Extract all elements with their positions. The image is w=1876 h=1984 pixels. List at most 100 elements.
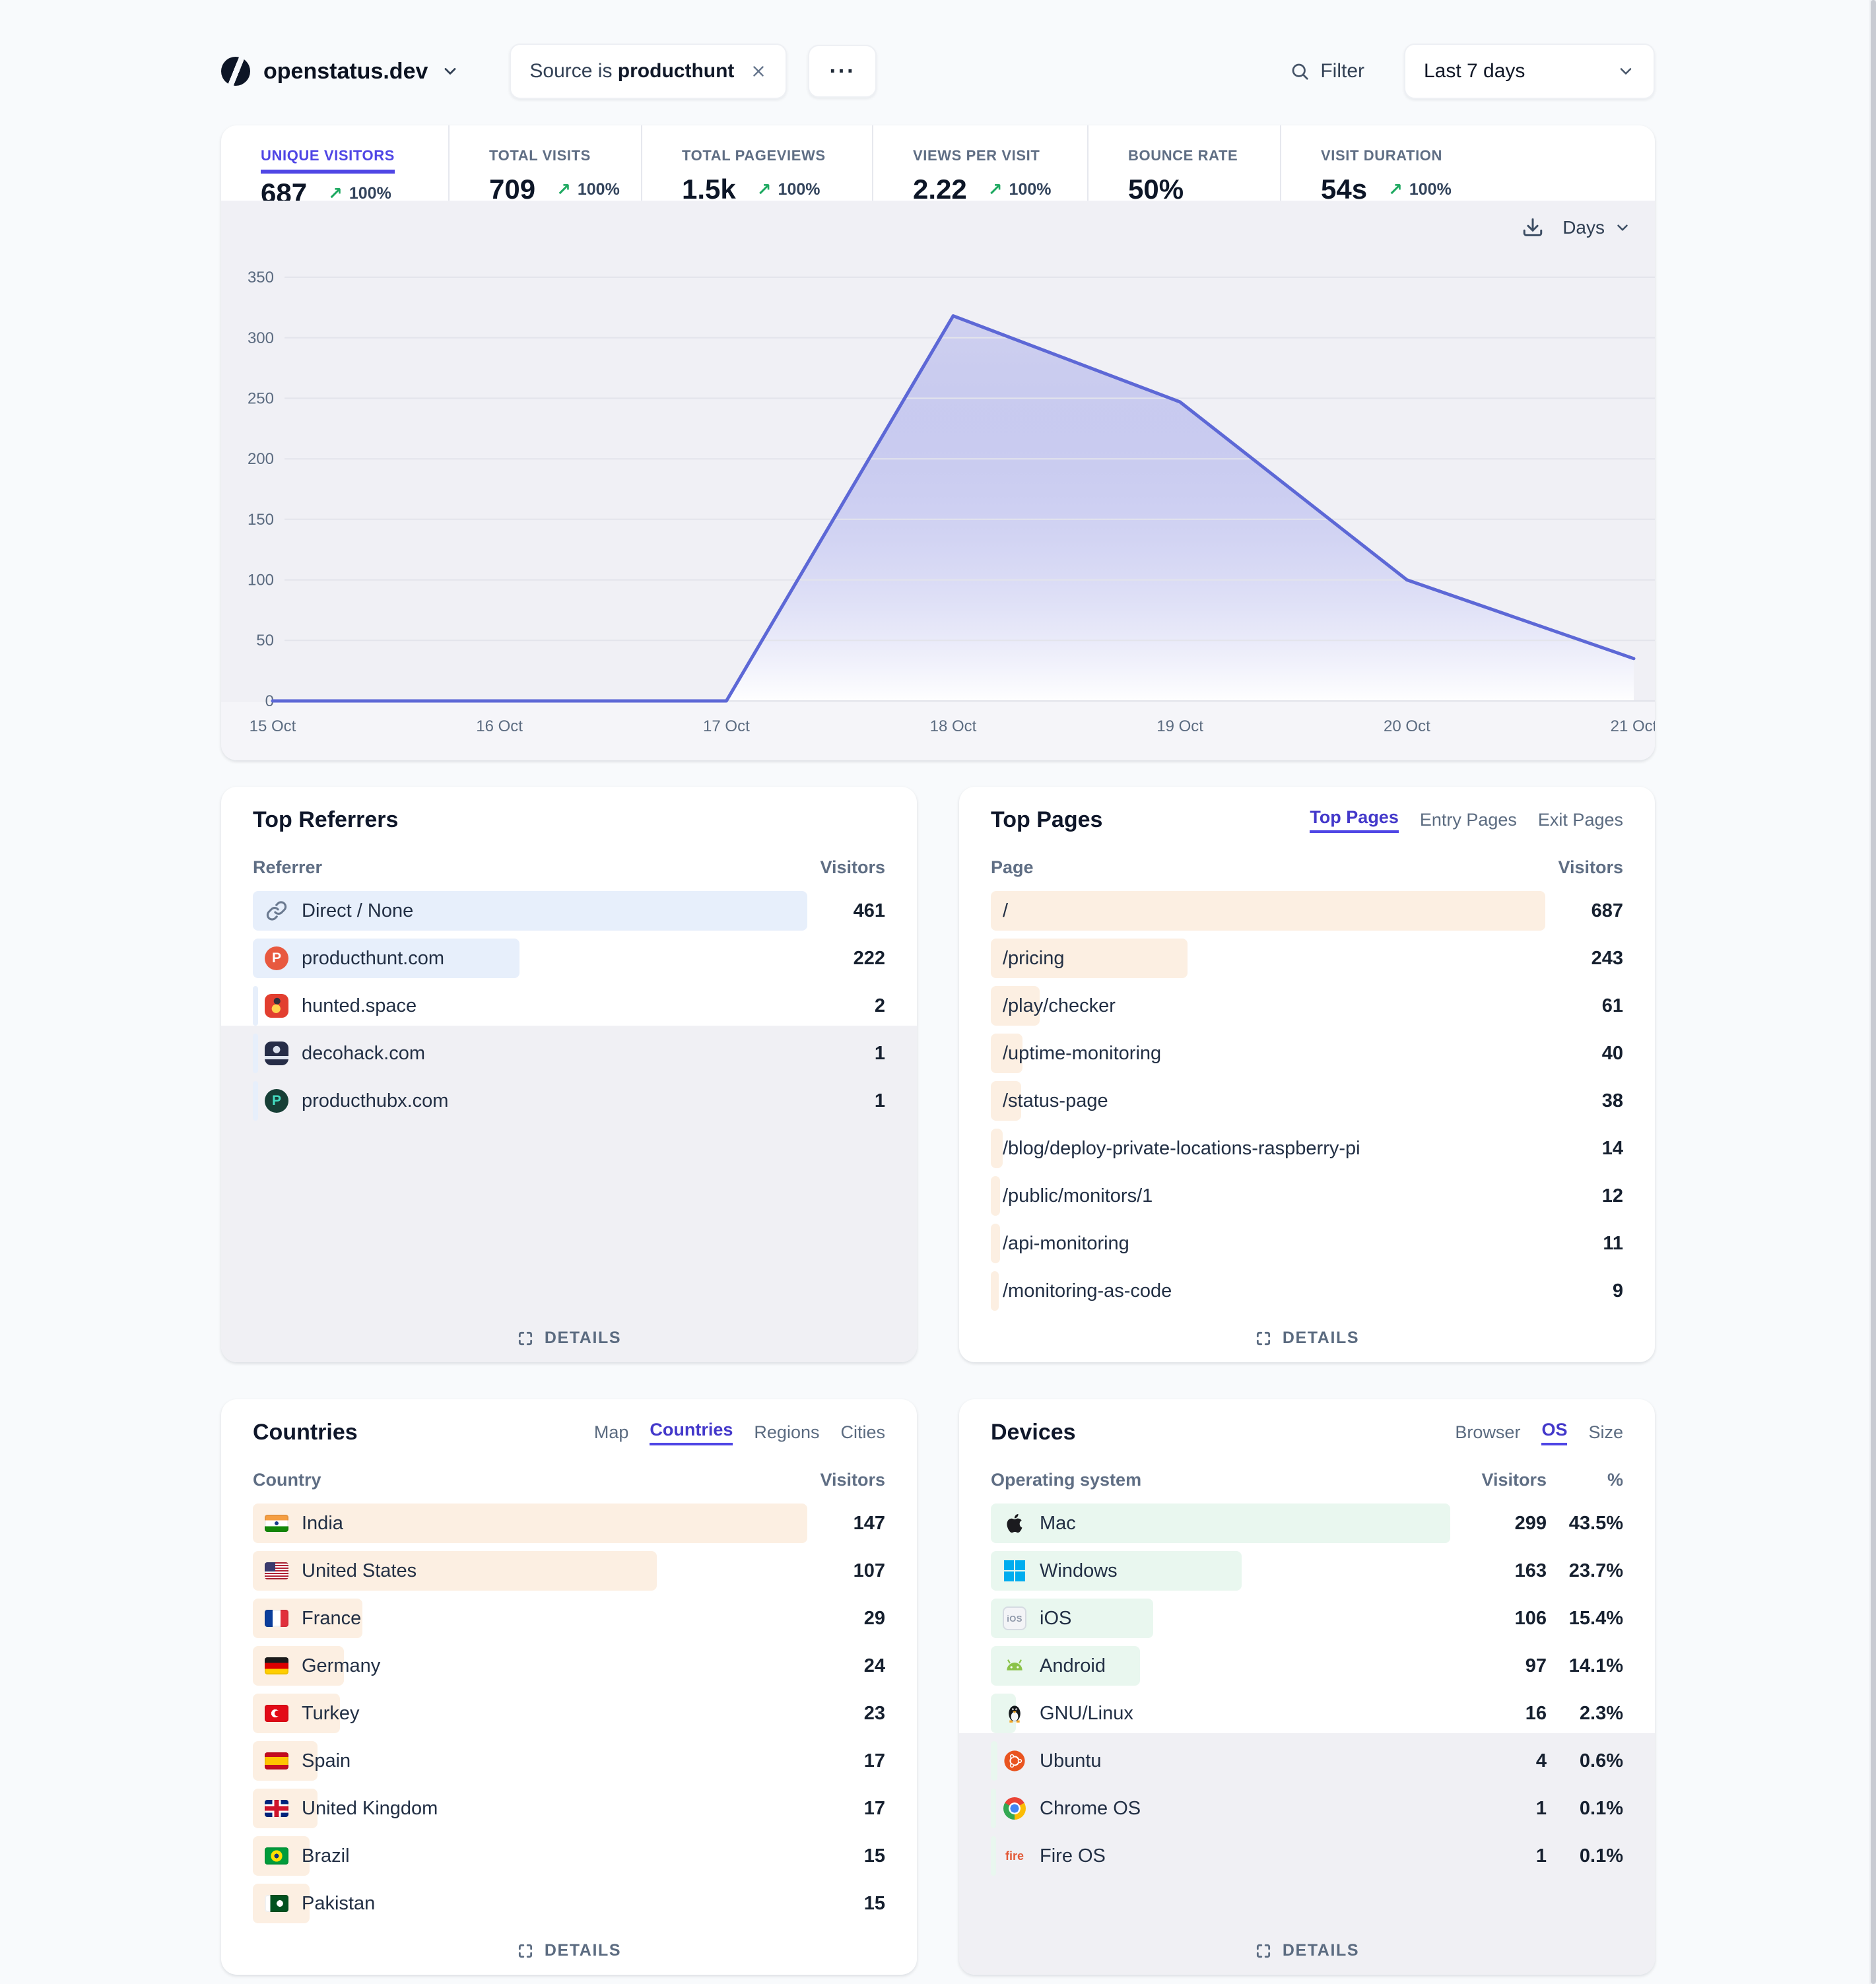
flag-turkey-icon <box>265 1702 288 1725</box>
scrollbar-thumb[interactable] <box>1871 0 1876 1984</box>
referrer-row-decohack-com[interactable]: decohack.com1 <box>253 1034 885 1073</box>
row-bar <box>253 1081 258 1121</box>
row-label: Ubuntu <box>1040 1750 1102 1772</box>
page-row-play-checker[interactable]: /play/checker61 <box>991 986 1623 1026</box>
tab-top-pages[interactable]: Top Pages <box>1310 807 1399 833</box>
filter-button[interactable]: Filter <box>1290 60 1364 83</box>
device-row-ios[interactable]: iOSiOS10615.4% <box>991 1599 1623 1638</box>
date-range-select[interactable]: Last 7 days <box>1404 44 1655 99</box>
details-button[interactable]: DETAILS <box>959 1940 1655 1962</box>
countrie-row-brazil[interactable]: Brazil15 <box>253 1836 885 1876</box>
tab-os[interactable]: OS <box>1541 1420 1567 1445</box>
referrer-row-producthunt-com[interactable]: Pproducthunt.com222 <box>253 939 885 978</box>
countrie-row-india[interactable]: India147 <box>253 1504 885 1543</box>
device-row-chrome-os[interactable]: Chrome OS10.1% <box>991 1789 1623 1828</box>
row-value: 23 <box>864 1703 885 1725</box>
page-row-status-page[interactable]: /status-page38 <box>991 1081 1623 1121</box>
column-header-: % <box>1547 1470 1623 1490</box>
tab-regions[interactable]: Regions <box>754 1422 819 1443</box>
row-label: Direct / None <box>302 900 413 922</box>
column-header-country: Country <box>253 1470 820 1490</box>
countrie-row-spain[interactable]: Spain17 <box>253 1741 885 1781</box>
countrie-row-turkey[interactable]: Turkey23 <box>253 1694 885 1733</box>
countrie-row-pakistan[interactable]: Pakistan15 <box>253 1884 885 1923</box>
stat-total-pageviews[interactable]: TOTAL PAGEVIEWS1.5k↗100% <box>641 125 872 201</box>
row-value: 106 <box>1473 1608 1547 1630</box>
tab-exit-pages[interactable]: Exit Pages <box>1538 810 1623 830</box>
stat-unique-visitors[interactable]: UNIQUE VISITORS687↗100% <box>221 125 448 201</box>
row-value: 9 <box>1613 1280 1623 1302</box>
countrie-row-united-kingdom[interactable]: United Kingdom17 <box>253 1789 885 1828</box>
download-icon[interactable] <box>1522 216 1544 239</box>
expand-icon <box>1255 1330 1272 1347</box>
row-value: 461 <box>854 900 885 922</box>
filter-chip[interactable]: Source is producthunt <box>510 44 787 99</box>
row-label: producthunt.com <box>302 948 444 970</box>
page-row-blog-deploy-private-locations-raspberry-pi[interactable]: /blog/deploy-private-locations-raspberry… <box>991 1129 1623 1168</box>
site-switcher[interactable]: openstatus.dev <box>221 57 459 86</box>
interval-select[interactable]: Days <box>1562 217 1631 238</box>
device-row-ubuntu[interactable]: Ubuntu40.6% <box>991 1741 1623 1781</box>
row-label: producthubx.com <box>302 1090 448 1112</box>
column-header-visitors: Visitors <box>1473 1470 1547 1490</box>
page-row-public-monitors-1[interactable]: /public/monitors/1 12 <box>991 1176 1623 1216</box>
row-value: 12 <box>1602 1185 1623 1207</box>
referrer-row-producthubx-com[interactable]: Pproducthubx.com1 <box>253 1081 885 1121</box>
tab-size[interactable]: Size <box>1588 1422 1623 1443</box>
device-row-android[interactable]: Android9714.1% <box>991 1646 1623 1686</box>
referrer-row-direct-none[interactable]: Direct / None 461 <box>253 891 885 931</box>
row-percent: 23.7% <box>1547 1560 1623 1582</box>
row-percent: 0.1% <box>1547 1845 1623 1867</box>
panel-title: Top Referrers <box>253 807 398 833</box>
link-icon <box>265 899 288 923</box>
tab-cities[interactable]: Cities <box>840 1422 885 1443</box>
tab-browser[interactable]: Browser <box>1455 1422 1520 1443</box>
windows-icon <box>1003 1559 1026 1583</box>
chevron-down-icon <box>441 62 459 81</box>
scrollbar[interactable] <box>1869 0 1876 1984</box>
page-row-api-monitoring[interactable]: /api-monitoring11 <box>991 1224 1623 1263</box>
row-label: Germany <box>302 1655 380 1677</box>
countrie-row-united-states[interactable]: United States107 <box>253 1551 885 1591</box>
svg-text:21 Oct: 21 Oct <box>1611 717 1655 735</box>
page-row-pricing[interactable]: /pricing243 <box>991 939 1623 978</box>
row-percent: 43.5% <box>1547 1513 1623 1535</box>
row-label: / <box>1003 900 1008 922</box>
row-bar <box>991 1129 1003 1168</box>
device-row-fire-os[interactable]: fireFire OS10.1% <box>991 1836 1623 1876</box>
tab-countries[interactable]: Countries <box>650 1420 733 1445</box>
device-row-mac[interactable]: Mac29943.5% <box>991 1504 1623 1543</box>
more-button[interactable]: ··· <box>808 45 877 98</box>
visitors-chart[interactable]: 05010015020025030035015 Oct16 Oct17 Oct1… <box>221 201 1655 760</box>
details-button[interactable]: DETAILS <box>221 1940 917 1962</box>
stat-label: UNIQUE VISITORS <box>261 147 395 174</box>
tab-map[interactable]: Map <box>594 1422 629 1443</box>
stat-bounce-rate[interactable]: BOUNCE RATE50% <box>1087 125 1280 201</box>
countrie-row-france[interactable]: France29 <box>253 1599 885 1638</box>
column-headers: Operating systemVisitors% <box>991 1468 1623 1492</box>
referrer-row-hunted-space[interactable]: hunted.space2 <box>253 986 885 1026</box>
page-row-[interactable]: /687 <box>991 891 1623 931</box>
row-label: /public/monitors/1 <box>1003 1185 1153 1207</box>
device-row-windows[interactable]: Windows16323.7% <box>991 1551 1623 1591</box>
row-value: 222 <box>854 948 885 970</box>
countrie-row-germany[interactable]: Germany24 <box>253 1646 885 1686</box>
hunted-space-icon <box>265 994 288 1018</box>
stat-visit-duration[interactable]: VISIT DURATION54s↗100% <box>1280 125 1655 201</box>
close-icon[interactable] <box>750 63 767 80</box>
stat-views-per-visit[interactable]: VIEWS PER VISIT2.22↗100% <box>872 125 1087 201</box>
row-bar <box>991 1741 997 1781</box>
decohack-icon <box>265 1042 288 1065</box>
device-row-gnu-linux[interactable]: GNU/Linux162.3% <box>991 1694 1623 1733</box>
row-percent: 15.4% <box>1547 1608 1623 1630</box>
page-row-monitoring-as-code[interactable]: /monitoring-as-code9 <box>991 1271 1623 1311</box>
svg-text:200: 200 <box>248 450 274 468</box>
details-button[interactable]: DETAILS <box>959 1327 1655 1349</box>
svg-text:19 Oct: 19 Oct <box>1156 717 1203 735</box>
apple-icon <box>1003 1511 1026 1535</box>
details-button[interactable]: DETAILS <box>221 1327 917 1349</box>
stat-total-visits[interactable]: TOTAL VISITS709↗100% <box>448 125 641 201</box>
page-row-uptime-monitoring[interactable]: /uptime-monitoring40 <box>991 1034 1623 1073</box>
tab-entry-pages[interactable]: Entry Pages <box>1420 810 1517 830</box>
flag-pakistan-icon <box>265 1892 288 1915</box>
